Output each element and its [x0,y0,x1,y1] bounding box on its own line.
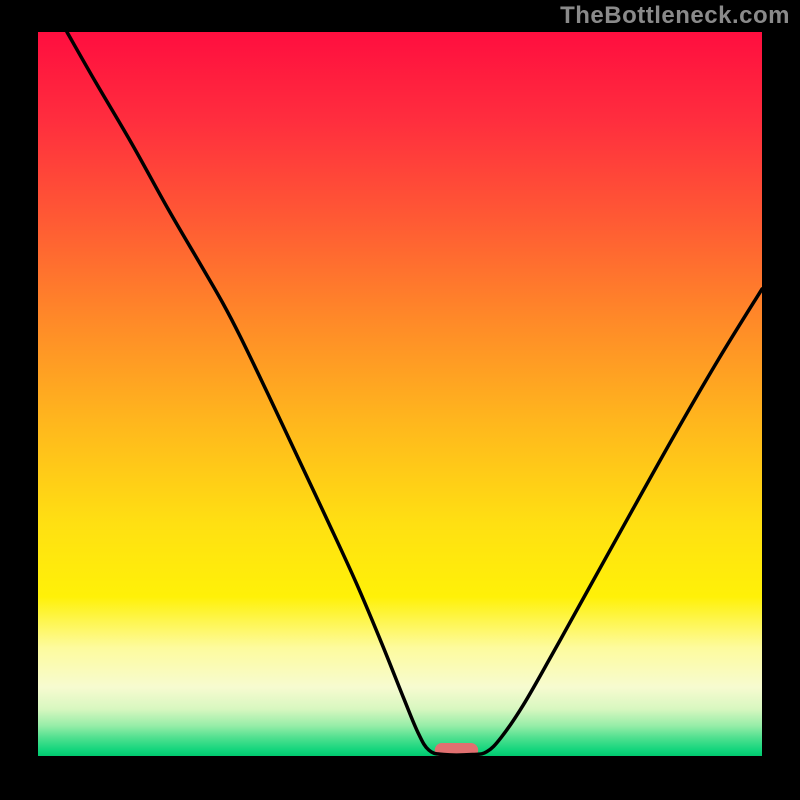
chart-frame: TheBottleneck.com [0,0,800,800]
bottleneck-chart [0,0,800,800]
gradient-background [38,32,762,756]
watermark-label: TheBottleneck.com [560,2,790,30]
